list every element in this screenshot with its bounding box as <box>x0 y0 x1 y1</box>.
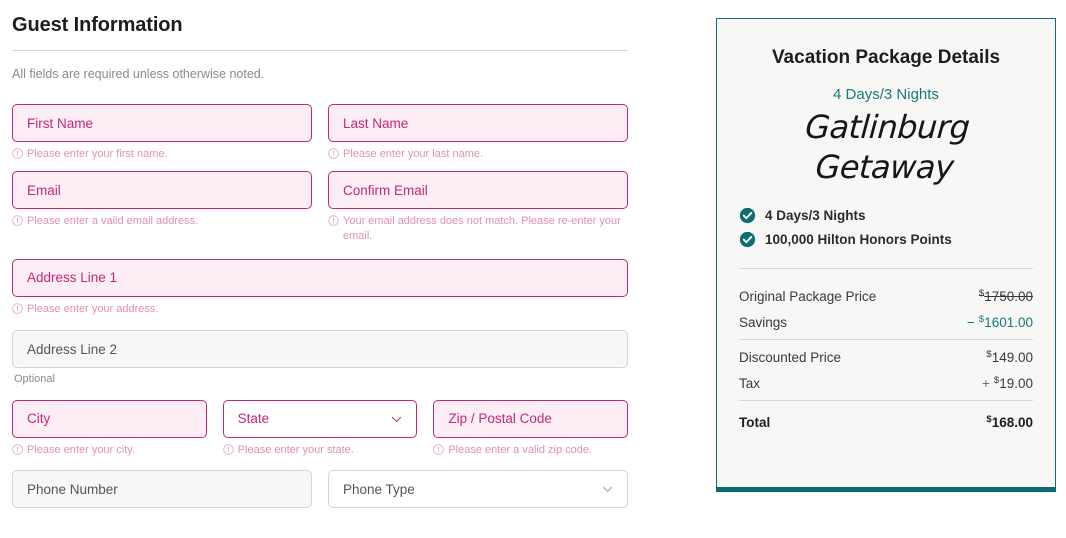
price-value: + $19.00 <box>982 375 1033 391</box>
confirm-email-error: Your email address does not match. Pleas… <box>328 214 628 243</box>
table-row: Discounted Price $149.00 <box>739 344 1033 370</box>
email-row: Email Please enter a valid email address… <box>12 171 628 243</box>
price-label: Tax <box>739 375 761 391</box>
email-input[interactable]: Email <box>12 171 312 210</box>
field-address-line-2: Address Line 2 Optional <box>12 330 628 387</box>
city-state-zip-row: City Please enter your city. State Pleas… <box>12 399 629 457</box>
city-error-text: Please enter your city. <box>27 443 136 456</box>
price-label: Discounted Price <box>739 349 842 365</box>
city-error: Please enter your city. <box>12 443 207 457</box>
state-error: Please enter your state. <box>222 443 418 457</box>
list-item-label: 100,000 Hilton Honors Points <box>765 231 952 247</box>
address-line-1-error-text: Please enter your address. <box>27 302 159 315</box>
price-label: Total <box>739 414 771 430</box>
phone-type-select-value: Phone Type <box>343 481 415 497</box>
address-line-2-input[interactable]: Address Line 2 <box>12 330 628 369</box>
table-row: Total $168.00 <box>739 405 1033 435</box>
vacation-package-panel: Vacation Package Details 4 Days/3 Nights… <box>716 18 1056 492</box>
field-email: Email Please enter a valid email address… <box>12 171 312 243</box>
list-item: 100,000 Hilton Honors Points <box>739 231 1033 248</box>
list-item-label: 4 Days/3 Nights <box>765 207 866 223</box>
field-confirm-email: Confirm Email Your email address does no… <box>328 171 628 243</box>
zip-input[interactable]: Zip / Postal Code <box>433 399 629 438</box>
first-name-input[interactable]: First Name <box>12 104 312 142</box>
alert-circle-icon <box>12 303 23 314</box>
table-row: Original Package Price $1750.00 <box>739 283 1033 309</box>
state-select[interactable]: State <box>222 399 418 438</box>
price-amount: 19.00 <box>999 375 1033 391</box>
list-item: 4 Days/3 Nights <box>739 207 1033 224</box>
title-divider <box>12 50 628 51</box>
state-error-text: Please enter your state. <box>237 443 354 456</box>
field-phone-type: Phone Type <box>328 470 628 509</box>
pricing-divider <box>739 399 1033 401</box>
price-amount: 1750.00 <box>984 288 1033 304</box>
phone-number-input[interactable]: Phone Number <box>12 470 312 509</box>
field-zip: Zip / Postal Code Please enter a valid z… <box>433 399 629 457</box>
field-address-line-1: Address Line 1 Please enter your address… <box>12 258 628 316</box>
city-input[interactable]: City <box>12 399 207 438</box>
pricing-divider <box>739 338 1033 340</box>
table-row: Savings − $1601.00 <box>739 309 1033 335</box>
field-phone-number: Phone Number <box>12 470 312 509</box>
package-duration: 4 Days/3 Nights <box>833 85 939 103</box>
first-name-error: Please enter your first name. <box>12 147 312 161</box>
name-row: First Name Please enter your first name.… <box>12 104 628 161</box>
alert-circle-icon <box>222 444 234 455</box>
price-label: Savings <box>739 314 788 330</box>
form-required-note: All fields are required unless otherwise… <box>12 67 265 81</box>
price-value: $149.00 <box>986 349 1033 365</box>
alert-circle-icon <box>12 148 23 159</box>
alert-circle-icon <box>328 215 339 227</box>
price-value: $1750.00 <box>979 288 1033 304</box>
check-circle-icon <box>739 231 756 248</box>
zip-error-text: Please enter a valid zip code. <box>448 443 593 456</box>
price-amount: 149.00 <box>991 349 1033 365</box>
price-operator: + <box>982 375 990 391</box>
phone-row: Phone Number Phone Type <box>12 470 628 509</box>
price-amount: 168.00 <box>991 414 1033 430</box>
chevron-down-icon <box>601 483 614 496</box>
field-first-name: First Name Please enter your first name. <box>12 104 312 161</box>
price-label: Original Package Price <box>739 288 877 304</box>
alert-circle-icon <box>12 215 23 227</box>
package-name: Gatlinburg Getaway <box>804 107 971 186</box>
confirm-email-input[interactable]: Confirm Email <box>328 171 628 210</box>
state-select-value: State <box>237 411 270 427</box>
check-circle-icon <box>739 207 756 224</box>
price-amount: 1601.00 <box>984 314 1033 330</box>
last-name-error-text: Please enter your last name. <box>343 148 484 160</box>
field-last-name: Last Name Please enter your last name. <box>328 104 628 161</box>
alert-circle-icon <box>328 148 339 159</box>
email-error: Please enter a valid email address. <box>12 214 312 228</box>
last-name-input[interactable]: Last Name <box>328 104 628 142</box>
first-name-error-text: Please enter your first name. <box>27 148 168 160</box>
field-city: City Please enter your city. <box>12 399 207 457</box>
panel-divider <box>739 267 1033 269</box>
email-error-text: Please enter a valid email address. <box>27 215 199 228</box>
phone-type-select[interactable]: Phone Type <box>328 470 628 509</box>
page-title: Guest Information <box>12 14 183 36</box>
pricing-table: Original Package Price $1750.00 Savings … <box>739 283 1033 435</box>
alert-circle-icon <box>433 444 445 455</box>
price-operator: − <box>967 314 975 330</box>
package-panel-title: Vacation Package Details <box>771 47 1001 68</box>
address-line-1-error: Please enter your address. <box>12 302 628 316</box>
confirm-email-error-text: Your email address does not match. Pleas… <box>343 215 621 242</box>
last-name-error: Please enter your last name. <box>328 147 628 161</box>
guest-information-form: Guest Information All fields are require… <box>12 14 629 509</box>
price-value: $168.00 <box>986 414 1033 430</box>
alert-circle-icon <box>12 444 23 455</box>
package-feature-list: 4 Days/3 Nights 100,000 Hilton Honors Po… <box>739 207 1033 248</box>
field-state: State Please enter your state. <box>222 399 418 457</box>
address-line-1-input[interactable]: Address Line 1 <box>12 258 628 297</box>
table-row: Tax + $19.00 <box>739 370 1033 396</box>
zip-error: Please enter a valid zip code. <box>433 443 628 457</box>
chevron-down-icon <box>390 412 403 425</box>
address-line-2-helper: Optional <box>14 373 55 386</box>
price-value: − $1601.00 <box>967 314 1033 330</box>
